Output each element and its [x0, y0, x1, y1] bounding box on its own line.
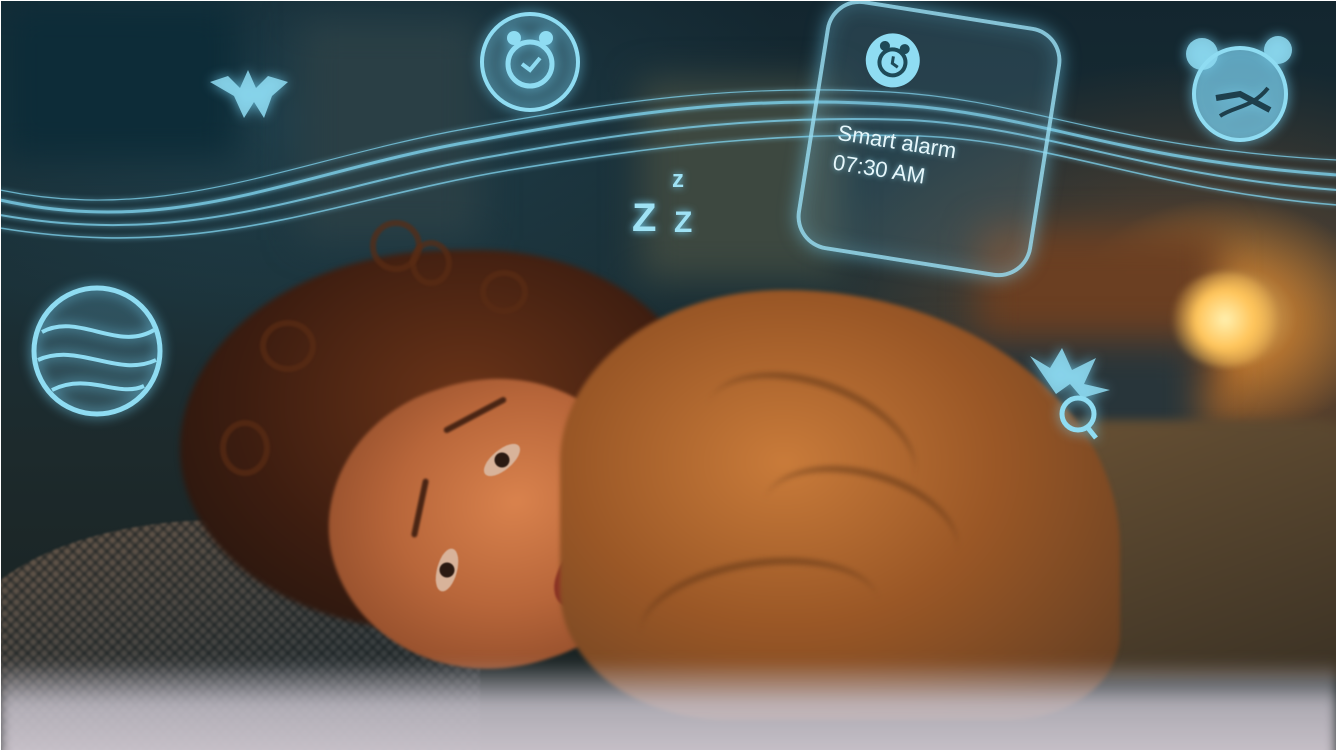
- alarm-clock-icon: [1186, 36, 1292, 142]
- hair-curl: [480, 270, 528, 314]
- hair-curl: [220, 420, 270, 476]
- bat-icon: [210, 70, 288, 118]
- bedroom-scene: Z Z z Smart alarm 07:30 AM: [0, 0, 1337, 751]
- bird-icon: [1030, 348, 1110, 440]
- sleep-z-small: Z: [674, 206, 693, 239]
- alarm-clock-face-icon: [865, 33, 920, 88]
- hair-curl: [410, 240, 452, 286]
- window-blur: [0, 0, 240, 160]
- shelf-blur: [300, 20, 480, 240]
- blanket-front: [0, 660, 1337, 751]
- smart-alarm-card: Smart alarm 07:30 AM: [791, 0, 1067, 283]
- sleep-z-tiny: z: [672, 166, 684, 193]
- hair-curl: [260, 320, 316, 372]
- alarm-clock-icon: [480, 12, 580, 112]
- sleep-z-large: Z: [632, 196, 657, 240]
- globe-icon: [31, 285, 163, 417]
- lamp-light: [1170, 272, 1280, 367]
